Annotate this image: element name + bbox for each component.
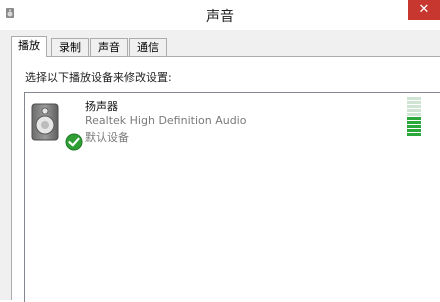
level-segment [407, 129, 421, 132]
close-button[interactable]: ✕ [408, 0, 440, 20]
device-status: 默认设备 [85, 131, 129, 144]
device-item-speaker[interactable]: 扬声器 Realtek High Definition Audio 默认设备 [25, 93, 440, 153]
title-bar: 声音 ✕ [0, 0, 440, 30]
playback-panel: 选择以下播放设备来修改设置: 扬声器 Realtek High Definiti… [11, 56, 440, 302]
tab-sounds[interactable]: 声音 [90, 38, 128, 56]
volume-level-meter [407, 97, 421, 137]
device-name: 扬声器 [85, 100, 118, 113]
level-segment [407, 125, 421, 128]
level-segment [407, 101, 421, 104]
instruction-text: 选择以下播放设备来修改设置: [25, 71, 172, 84]
default-check-icon [65, 133, 83, 151]
level-segment [407, 117, 421, 120]
level-segment [407, 113, 421, 116]
window-body: 播放 录制 声音 通信 选择以下播放设备来修改设置: 扬声器 Realtek H… [0, 30, 440, 302]
level-segment [407, 105, 421, 108]
device-list[interactable]: 扬声器 Realtek High Definition Audio 默认设备 [24, 92, 440, 302]
tab-playback[interactable]: 播放 [11, 36, 47, 57]
device-description: Realtek High Definition Audio [85, 114, 247, 127]
level-segment [407, 97, 421, 100]
tab-communications[interactable]: 通信 [129, 38, 167, 56]
level-segment [407, 121, 421, 124]
level-segment [407, 109, 421, 112]
tab-recording[interactable]: 录制 [51, 38, 89, 56]
level-segment [407, 133, 421, 136]
window-title: 声音 [206, 9, 234, 25]
